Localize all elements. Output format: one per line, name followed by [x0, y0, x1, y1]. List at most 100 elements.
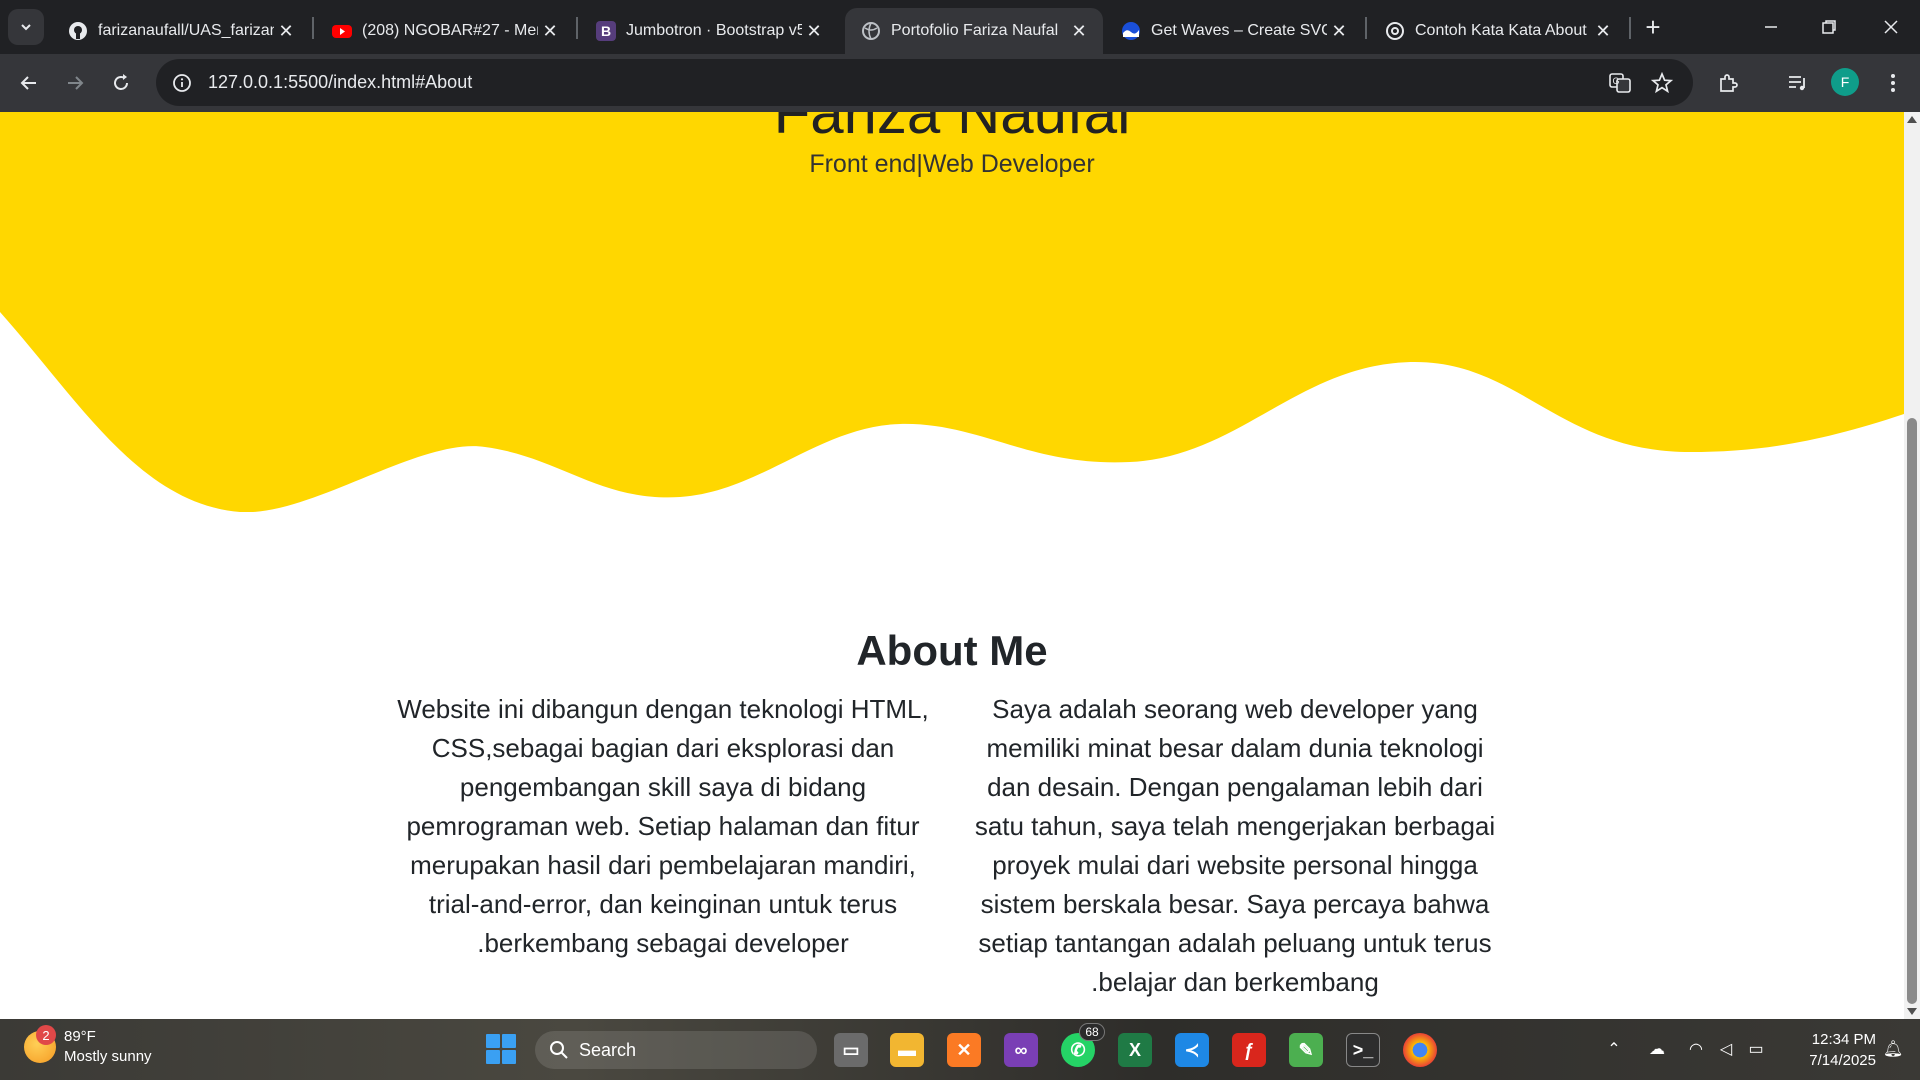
translate-button[interactable]: G — [1603, 66, 1637, 100]
excel-icon[interactable]: X — [1118, 1033, 1152, 1067]
browser-toolbar: 127.0.0.1:5500/index.html#About G F — [0, 54, 1920, 112]
weather-sun-icon: 2 — [24, 1025, 56, 1063]
url-text[interactable]: 127.0.0.1:5500/index.html#About — [208, 72, 472, 93]
close-icon — [1884, 20, 1898, 34]
volume-icon[interactable]: ◁ — [1714, 1037, 1738, 1061]
minimize-button[interactable] — [1742, 0, 1800, 54]
page-scrollbar[interactable] — [1904, 112, 1920, 1019]
system-clock[interactable]: 12:34 PM 7/14/2025 — [1780, 1029, 1876, 1071]
close-icon[interactable]: ✕ — [1327, 19, 1351, 43]
notifications-icon[interactable]: 🔔︎ — [1882, 1037, 1904, 1061]
windows-logo-pane — [502, 1050, 516, 1064]
close-window-button[interactable] — [1862, 0, 1920, 54]
weather-widget[interactable]: 2 89°F Mostly sunny — [24, 1025, 152, 1067]
weather-condition: Mostly sunny — [64, 1048, 152, 1065]
globe-icon — [861, 21, 881, 41]
close-icon[interactable]: ✕ — [538, 19, 562, 43]
reload-button[interactable] — [102, 64, 140, 102]
svg-text:G: G — [1613, 76, 1620, 86]
playlist-icon — [1789, 76, 1805, 91]
tab-search-button[interactable] — [8, 9, 44, 45]
tab-title: Jumbotron · Bootstrap v5 — [626, 22, 802, 39]
hero-subtitle: Front end|Web Developer — [809, 150, 1095, 178]
windows-taskbar: 2 89°F Mostly sunny Search ▭ ▬ ✕ ∞ ✆ 68 … — [0, 1019, 1920, 1080]
about-right-paragraph: Saya adalah seorang web developer yang m… — [974, 694, 1496, 997]
arrow-left-icon — [20, 76, 36, 90]
chatgpt-icon — [1385, 21, 1405, 41]
start-button[interactable] — [486, 1034, 516, 1064]
search-label: Search — [579, 1039, 637, 1060]
tab-strip: farizanaufall/UAS_farizan ✕ (208) NGOBAR… — [0, 0, 1920, 54]
extensions-button[interactable] — [1711, 66, 1745, 100]
weather-badge: 2 — [36, 1025, 56, 1045]
chevron-down-icon — [21, 24, 31, 31]
tab-title: (208) NGOBAR#27 - Men — [362, 22, 538, 39]
notepad-icon[interactable]: ✎ — [1289, 1033, 1323, 1067]
scroll-thumb[interactable] — [1907, 418, 1917, 1004]
tab-github[interactable]: farizanaufall/UAS_farizan ✕ — [52, 8, 310, 54]
whatsapp-badge: 68 — [1079, 1023, 1105, 1041]
windows-logo-pane — [486, 1034, 500, 1048]
translate-icon: G — [1609, 73, 1631, 93]
tab-separator — [1365, 17, 1367, 39]
onedrive-icon[interactable]: ☁ — [1644, 1037, 1670, 1061]
bootstrap-icon: B — [596, 21, 616, 41]
more-vert-icon — [1891, 74, 1895, 92]
tab-separator — [1629, 17, 1631, 39]
bookmark-button[interactable] — [1645, 66, 1679, 100]
browser-menu-button[interactable] — [1876, 66, 1910, 100]
wifi-icon[interactable]: ◠ — [1684, 1037, 1708, 1061]
tab-separator — [576, 17, 578, 39]
task-view-icon[interactable]: ▭ — [834, 1033, 868, 1067]
about-title: About Me — [856, 627, 1048, 674]
tab-youtube[interactable]: (208) NGOBAR#27 - Men ✕ — [316, 8, 574, 54]
waves-icon — [1121, 21, 1141, 41]
close-icon[interactable]: ✕ — [1591, 19, 1615, 43]
visual-studio-icon[interactable]: ∞ — [1004, 1033, 1038, 1067]
taskbar-search[interactable]: Search — [535, 1031, 817, 1069]
arrow-right-icon — [68, 76, 84, 90]
restore-button[interactable] — [1800, 0, 1858, 54]
media-control-button[interactable] — [1781, 66, 1815, 100]
svg-text:B: B — [601, 23, 611, 39]
clock-date: 7/14/2025 — [1809, 1052, 1876, 1069]
battery-icon[interactable]: ▭ — [1744, 1037, 1768, 1061]
site-info-icon[interactable] — [170, 71, 194, 95]
new-tab-button[interactable]: + — [1638, 12, 1668, 42]
tab-chatgpt[interactable]: Contoh Kata Kata About ✕ — [1369, 8, 1627, 54]
tab-title: farizanaufall/UAS_farizan — [98, 22, 274, 39]
close-icon[interactable]: ✕ — [1067, 19, 1091, 43]
youtube-icon — [332, 21, 352, 41]
about-left-paragraph: Website ini dibangun dengan teknologi HT… — [397, 694, 929, 958]
windows-logo-pane — [502, 1034, 516, 1048]
windows-logo-pane — [486, 1050, 500, 1064]
puzzle-icon — [1720, 74, 1738, 92]
back-button[interactable] — [10, 64, 48, 102]
scroll-down-arrow[interactable] — [1907, 1008, 1917, 1015]
hero-name: Fariza Naufal — [773, 112, 1131, 146]
tab-getwaves[interactable]: Get Waves – Create SVG ✕ — [1105, 8, 1363, 54]
vscode-icon[interactable]: ≺ — [1175, 1033, 1209, 1067]
profile-avatar[interactable]: F — [1831, 68, 1859, 96]
file-explorer-icon[interactable]: ▬ — [890, 1033, 924, 1067]
flash-icon[interactable]: ƒ — [1232, 1033, 1266, 1067]
show-hidden-icons-button[interactable]: ⌃ — [1604, 1037, 1624, 1061]
weather-temp: 89°F — [64, 1028, 96, 1045]
forward-button[interactable] — [56, 64, 94, 102]
tab-bootstrap[interactable]: B Jumbotron · Bootstrap v5 ✕ — [580, 8, 838, 54]
xampp-icon[interactable]: ✕ — [947, 1033, 981, 1067]
scroll-up-arrow[interactable] — [1907, 116, 1917, 123]
close-icon[interactable]: ✕ — [802, 19, 826, 43]
chrome-icon[interactable] — [1403, 1033, 1437, 1067]
clock-time: 12:34 PM — [1811, 1031, 1876, 1048]
minimize-icon — [1765, 26, 1777, 28]
page-viewport: Fariza Naufal Front end|Web Developer Ab… — [0, 112, 1904, 1019]
github-icon — [68, 21, 88, 41]
terminal-icon[interactable]: >_ — [1346, 1033, 1380, 1067]
search-icon — [550, 1041, 568, 1059]
address-bar[interactable]: 127.0.0.1:5500/index.html#About — [156, 59, 1693, 106]
tab-title: Portofolio Fariza Naufal — [891, 22, 1059, 39]
tab-portofolio[interactable]: Portofolio Fariza Naufal ✕ — [845, 8, 1103, 54]
tab-title: Contoh Kata Kata About — [1415, 22, 1587, 39]
close-icon[interactable]: ✕ — [274, 19, 298, 43]
